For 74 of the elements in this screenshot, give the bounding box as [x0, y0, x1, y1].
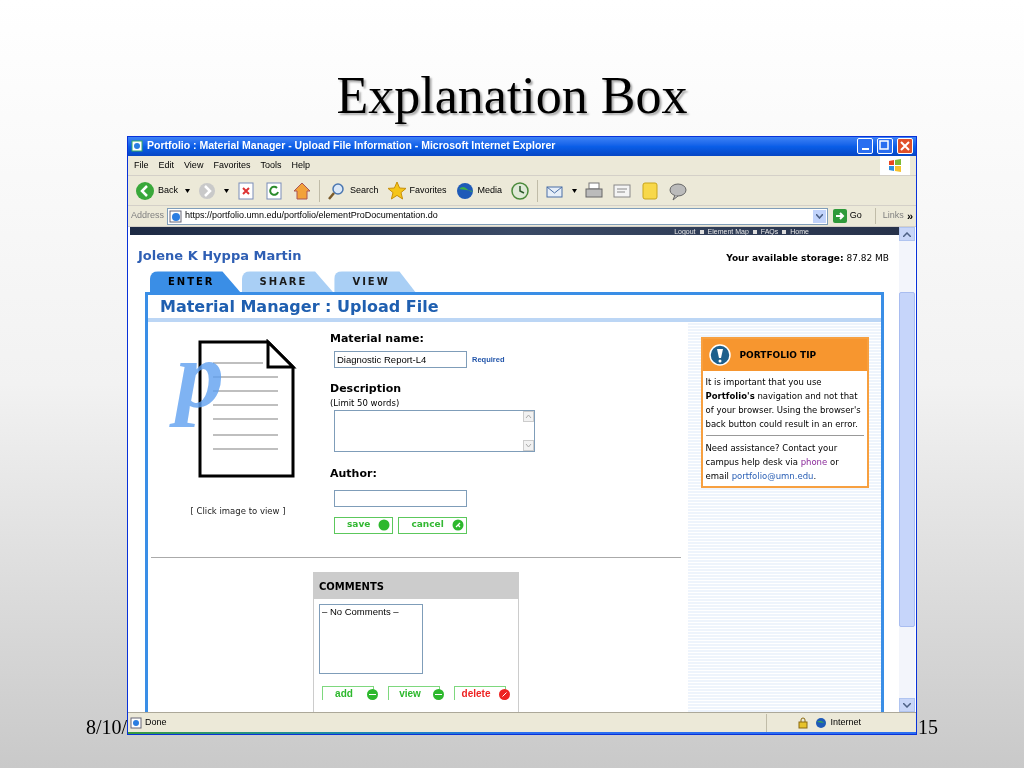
author-field[interactable] [334, 489, 467, 507]
material-name-field[interactable]: Diagnostic Report-L4 [334, 350, 467, 368]
printer-icon [584, 180, 605, 201]
info-icon [708, 344, 731, 367]
home-icon [292, 180, 312, 201]
clock-icon [510, 180, 531, 201]
slide-title: Explanation Box [336, 70, 688, 126]
close-button[interactable] [897, 138, 913, 155]
tab[interactable]: VIEW [334, 271, 416, 293]
circle-icon [451, 519, 464, 532]
menu-item[interactable]: View [184, 158, 204, 173]
maximize-button[interactable] [877, 138, 893, 155]
chevron-down-icon [815, 213, 823, 219]
browser-icon [131, 140, 143, 153]
menu-item[interactable]: File [134, 158, 149, 173]
dropdown-caret-icon[interactable] [185, 188, 190, 193]
slide-number: 15 [918, 715, 938, 740]
back-button[interactable]: Back [134, 178, 179, 203]
scroll-up-icon[interactable] [903, 231, 911, 237]
field-hint: (Limit 50 words) [330, 397, 401, 411]
tip-text: It is important that you use Portfolio's navigation and not that of your browser. Using the browser's back button could result in an error. [704, 376, 862, 432]
search-button[interactable]: Search [326, 178, 380, 203]
storage-info: Your available storage: 87.82 MB [726, 251, 889, 265]
tab[interactable]: SHARE [241, 271, 334, 293]
go-button[interactable]: Go [830, 209, 864, 224]
tip-title: PORTFOLIO TIP [739, 348, 817, 362]
star-icon [386, 180, 407, 201]
go-arrow-icon [832, 209, 847, 224]
menu-item[interactable]: Help [291, 158, 310, 173]
scrollbar[interactable] [899, 227, 915, 713]
stop-icon [236, 180, 256, 201]
user-name: Jolene K Hyppa Martin [138, 246, 302, 265]
lock-icon [797, 716, 810, 729]
slide-date: 8/10/ [86, 715, 128, 740]
dropdown-caret-icon[interactable] [572, 188, 578, 193]
comments-title: COMMENTS [319, 579, 384, 594]
field-label: Author: [330, 466, 378, 483]
address-field[interactable]: https://portfolio.umn.edu/portfolio/elementProDocumentation.do [167, 207, 828, 225]
favorites-button[interactable]: Favorites [385, 178, 448, 203]
menu-item[interactable]: Edit [158, 158, 175, 173]
refresh-icon [264, 180, 284, 201]
scroll-down-icon[interactable] [903, 702, 911, 708]
menu-item[interactable]: Favorites [213, 158, 251, 173]
page-icon [130, 716, 142, 729]
circle-icon [433, 689, 444, 701]
help-text: Need assistance? Contact your campus help desk via phone or email portfolio@umn.edu. [704, 442, 840, 484]
status-text: Done [145, 715, 168, 729]
phone-link[interactable]: phone [800, 457, 828, 468]
field-label: Description [330, 380, 403, 397]
globe-icon [815, 716, 828, 729]
page-icon [169, 209, 183, 223]
image-caption: [ Click image to view ] [190, 505, 286, 519]
list-item[interactable]: – No Comments – [322, 605, 420, 620]
circle-icon [367, 689, 378, 701]
search-icon [327, 180, 347, 201]
note-icon [640, 180, 661, 201]
circle-icon [378, 519, 391, 532]
dropdown-button[interactable] [812, 209, 826, 223]
minimize-button[interactable] [857, 138, 873, 155]
comments-list[interactable]: – No Comments – [319, 604, 423, 675]
zone-label: Internet [830, 715, 861, 729]
address-label: Address [131, 209, 165, 223]
dropdown-caret-icon[interactable] [224, 188, 229, 193]
media-button[interactable]: Media [453, 178, 504, 203]
window-title: Portfolio : Material Manager - Upload File Information - Microsoft Internet Explorer [147, 138, 557, 154]
tab[interactable]: ENTER [150, 271, 241, 293]
speech-bubble-icon [668, 180, 689, 201]
minimize-icon [861, 148, 869, 151]
page-heading: Material Manager : Upload File [160, 295, 439, 318]
menu-item[interactable]: Tools [260, 158, 282, 173]
globe-icon [454, 180, 475, 201]
circle-icon [499, 689, 510, 701]
field-label: Material name: [330, 331, 425, 348]
more-chevron[interactable]: » [906, 207, 913, 225]
